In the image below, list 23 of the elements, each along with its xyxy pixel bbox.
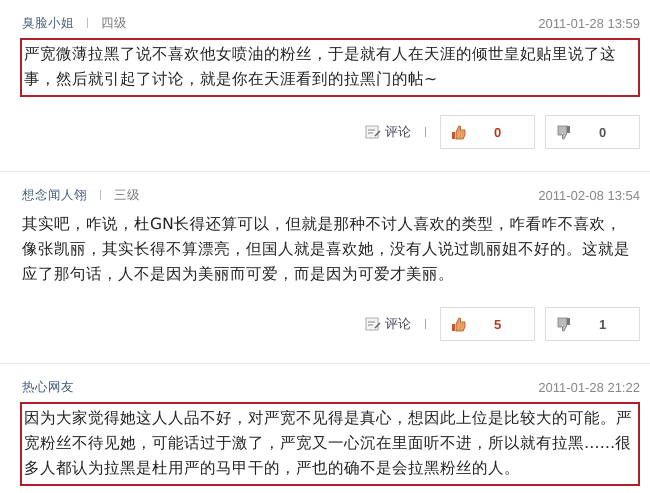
username-link[interactable]: 想念闻人翎 [22,186,87,204]
like-button[interactable]: 5 [440,307,535,341]
like-button[interactable]: 0 [440,115,535,149]
comment-text: 严宽微薄拉黑了说不喜欢他女喷油的粉丝，于是就有人在天涯的倾世皇妃贴里说了这事，然后就引起了讨论，就是你在天涯看到的拉黑门的帖~ [20,38,640,97]
reply-button[interactable]: 评论 [365,123,411,141]
username-link[interactable]: 臭脸小姐 [22,14,74,32]
comment-icon [365,125,381,139]
thumbs-up-icon [451,124,466,140]
dislike-button[interactable]: 0 [545,115,640,149]
thumbs-down-icon [556,316,571,332]
comment-text: 因为大家觉得她这人人品不好，对严宽不见得是真心，想因此上位是比较大的可能。严宽粉丝不待见她，可能话过于激了，严宽又一心沉在里面听不进，所以就有拉黑……很多人都认为拉黑是杜用严的马甲干的，严也的确不是会拉黑粉丝的人。 [20,402,640,486]
post-date: 2011-01-28 21:22 [538,380,640,394]
username-link[interactable]: 热心网友 [22,378,74,396]
post-date: 2011-02-08 13:54 [538,188,640,202]
user-level: 三级 [114,186,140,204]
user-level: 四级 [101,14,127,32]
thumbs-up-icon [451,316,466,332]
post-date: 2011-01-28 13:59 [538,16,640,30]
thumbs-down-icon [556,124,571,140]
comment-text: 其实吧，咋说，杜GN长得还算可以，但就是那种不讨人喜欢的类型，咋看咋不喜欢，像张凯丽，其实长得不算漂亮，但国人就是喜欢她，没有人说过凯丽姐不好的。这就是应了那句话，人不是因为美丽而可爱，而是因为可爱才美丽。 [22,214,631,285]
reply-button[interactable]: 评论 [365,315,411,333]
dislike-button[interactable]: 1 [545,307,640,341]
comment-icon [365,317,381,331]
